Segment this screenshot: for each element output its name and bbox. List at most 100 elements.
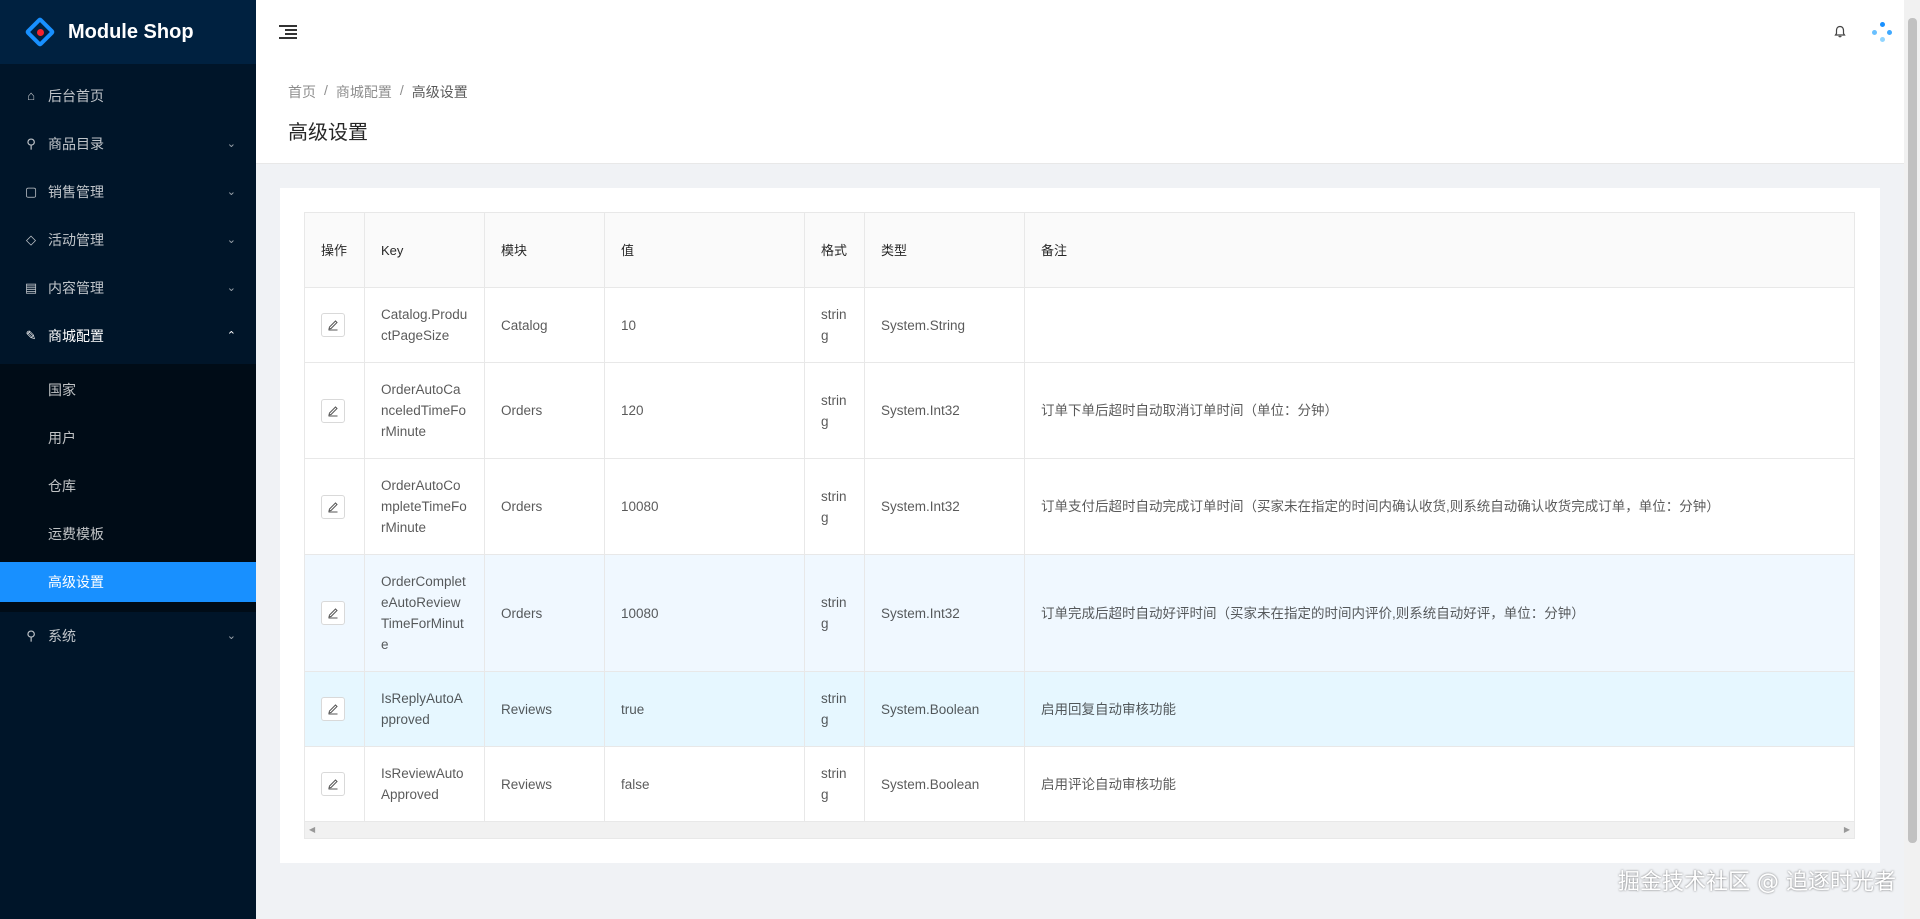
sidebar-item-home[interactable]: ⌂ 后台首页	[0, 76, 256, 116]
sidebar-menu: ⌂ 后台首页 ⚲ 商品目录 ⌄ ▢ 销售管理 ⌄ ◇ 活动管理 ⌄ ▤ 内容管理…	[0, 64, 256, 656]
breadcrumb-separator: /	[324, 82, 328, 98]
action-cell	[304, 287, 365, 363]
note-cell: 订单下单后超时自动取消订单时间（单位：分钟）	[1024, 362, 1855, 459]
sidebar-item-system[interactable]: ⚲ 系统 ⌄	[0, 616, 256, 656]
column-header: 格式	[804, 212, 865, 288]
key-cell: IsReplyAutoApproved	[364, 671, 485, 747]
action-cell	[304, 554, 365, 672]
value-cell: true	[604, 671, 805, 747]
edit-button[interactable]	[321, 601, 345, 625]
tool-icon: ✎	[25, 328, 37, 343]
value-cell: 120	[604, 362, 805, 459]
module-cell: Orders	[484, 458, 605, 555]
sidebar-item-activities[interactable]: ◇ 活动管理 ⌄	[0, 220, 256, 260]
scroll-left-arrow-icon[interactable]: ◀	[309, 825, 315, 834]
sidebar-subitem-label: 仓库	[48, 478, 76, 494]
settings-table: 操作 Key 模块 值 格式 类型 备注 Catalog.ProductPage…	[304, 212, 1855, 822]
edit-button[interactable]	[321, 398, 345, 423]
edit-button[interactable]	[321, 494, 345, 519]
sidebar-subitem-freight-template[interactable]: 运费模板	[0, 514, 256, 554]
table-row: OrderCompleteAutoReviewTimeForMinute Ord…	[304, 554, 1855, 672]
menu-fold-icon	[279, 25, 297, 39]
key-cell: IsReviewAutoApproved	[364, 746, 485, 822]
header-actions	[1820, 0, 1904, 64]
format-cell: string	[804, 458, 865, 555]
sidebar-subitem-label: 用户	[48, 430, 76, 446]
breadcrumb-current: 高级设置	[411, 84, 468, 100]
column-header: 操作	[304, 212, 365, 288]
breadcrumb-home[interactable]: 首页	[288, 82, 316, 102]
module-cell: Catalog	[484, 287, 605, 363]
page-header: 首页 / 商城配置 / 高级设置 高级设置	[256, 64, 1904, 164]
key-cell: OrderCompleteAutoReviewTimeForMinute	[364, 554, 485, 672]
breadcrumb-shop-config[interactable]: 商城配置	[336, 82, 392, 102]
note-cell: 启用评论自动审核功能	[1024, 746, 1855, 822]
note-cell: 订单完成后超时自动好评时间（买家未在指定的时间内评价,则系统自动好评，单位：分钟…	[1024, 554, 1855, 672]
sidebar-item-shop-config[interactable]: ✎ 商城配置 ⌃	[0, 316, 256, 356]
sidebar-item-label: 后台首页	[48, 88, 104, 104]
table-row: OrderAutoCompleteTimeForMinute Orders 10…	[304, 458, 1855, 555]
key-cell: Catalog.ProductPageSize	[364, 287, 485, 363]
sidebar-item-label: 商品目录	[48, 136, 104, 152]
action-cell	[304, 458, 365, 555]
sidebar-subitem-label: 运费模板	[48, 526, 104, 542]
table-row: IsReplyAutoApproved Reviews true string …	[304, 671, 1855, 747]
user-avatar[interactable]	[1870, 20, 1894, 44]
format-cell: string	[804, 362, 865, 459]
edit-icon	[328, 501, 338, 512]
table-horizontal-scrollbar[interactable]: ◀ ▶	[304, 822, 1855, 839]
value-cell: 10	[604, 287, 805, 363]
type-cell: System.Boolean	[864, 746, 1025, 822]
sidebar-item-label: 商城配置	[48, 328, 104, 344]
page-scrollbar[interactable]	[1904, 0, 1920, 919]
watermark: 掘金技术社区 @ 追逐时光者	[1618, 870, 1896, 895]
sidebar-subitem-advanced-settings[interactable]: 高级设置	[0, 562, 256, 602]
table-header-row: 操作 Key 模块 值 格式 类型 备注	[304, 212, 1855, 288]
scrollbar-thumb[interactable]	[1908, 18, 1917, 843]
cluster-icon: ⚲	[26, 628, 36, 643]
table-row: Catalog.ProductPageSize Catalog 10 strin…	[304, 287, 1855, 363]
action-cell	[304, 671, 365, 747]
chevron-down-icon: ⌄	[226, 186, 236, 198]
action-cell	[304, 746, 365, 822]
column-header: 类型	[864, 212, 1025, 288]
column-header: Key	[364, 212, 485, 288]
logo[interactable]: Module Shop	[0, 0, 256, 64]
edit-icon	[328, 608, 338, 619]
note-cell: 启用回复自动审核功能	[1024, 671, 1855, 747]
sidebar: Module Shop ⌂ 后台首页 ⚲ 商品目录 ⌄ ▢ 销售管理 ⌄ ◇ 活…	[0, 0, 256, 919]
sidebar-subitem-warehouse[interactable]: 仓库	[0, 466, 256, 506]
value-cell: false	[604, 746, 805, 822]
scroll-right-arrow-icon[interactable]: ▶	[1844, 825, 1850, 834]
type-cell: System.Int32	[864, 458, 1025, 555]
sidebar-subitem-user[interactable]: 用户	[0, 418, 256, 458]
sidebar-item-sales[interactable]: ▢ 销售管理 ⌄	[0, 172, 256, 212]
shop-config-submenu: 国家 用户 仓库 运费模板 高级设置	[0, 364, 256, 612]
chevron-down-icon: ⌄	[226, 630, 236, 642]
edit-button[interactable]	[321, 313, 345, 337]
sidebar-subitem-label: 国家	[48, 382, 76, 398]
key-cell: OrderAutoCompleteTimeForMinute	[364, 458, 485, 555]
column-header: 备注	[1024, 212, 1855, 288]
type-cell: System.Boolean	[864, 671, 1025, 747]
format-cell: string	[804, 671, 865, 747]
type-cell: System.Int32	[864, 362, 1025, 459]
home-icon: ⌂	[27, 88, 35, 103]
note-cell	[1024, 287, 1855, 363]
notification-bell-icon[interactable]	[1820, 0, 1860, 64]
app-title: Module Shop	[68, 20, 194, 43]
column-header: 模块	[484, 212, 605, 288]
shopping-icon: ▢	[24, 184, 38, 199]
tag-icon: ◇	[26, 232, 36, 247]
sidebar-item-content[interactable]: ▤ 内容管理 ⌄	[0, 268, 256, 308]
sidebar-item-catalog[interactable]: ⚲ 商品目录 ⌄	[0, 124, 256, 164]
format-cell: string	[804, 287, 865, 363]
module-cell: Orders	[484, 362, 605, 459]
edit-button[interactable]	[321, 772, 345, 796]
key-cell: OrderAutoCanceledTimeForMinute	[364, 362, 485, 459]
menu-fold-button[interactable]	[256, 0, 320, 64]
table-row: OrderAutoCanceledTimeForMinute Orders 12…	[304, 362, 1855, 459]
edit-button[interactable]	[321, 697, 345, 721]
sidebar-subitem-country[interactable]: 国家	[0, 370, 256, 410]
edit-icon	[328, 405, 338, 416]
